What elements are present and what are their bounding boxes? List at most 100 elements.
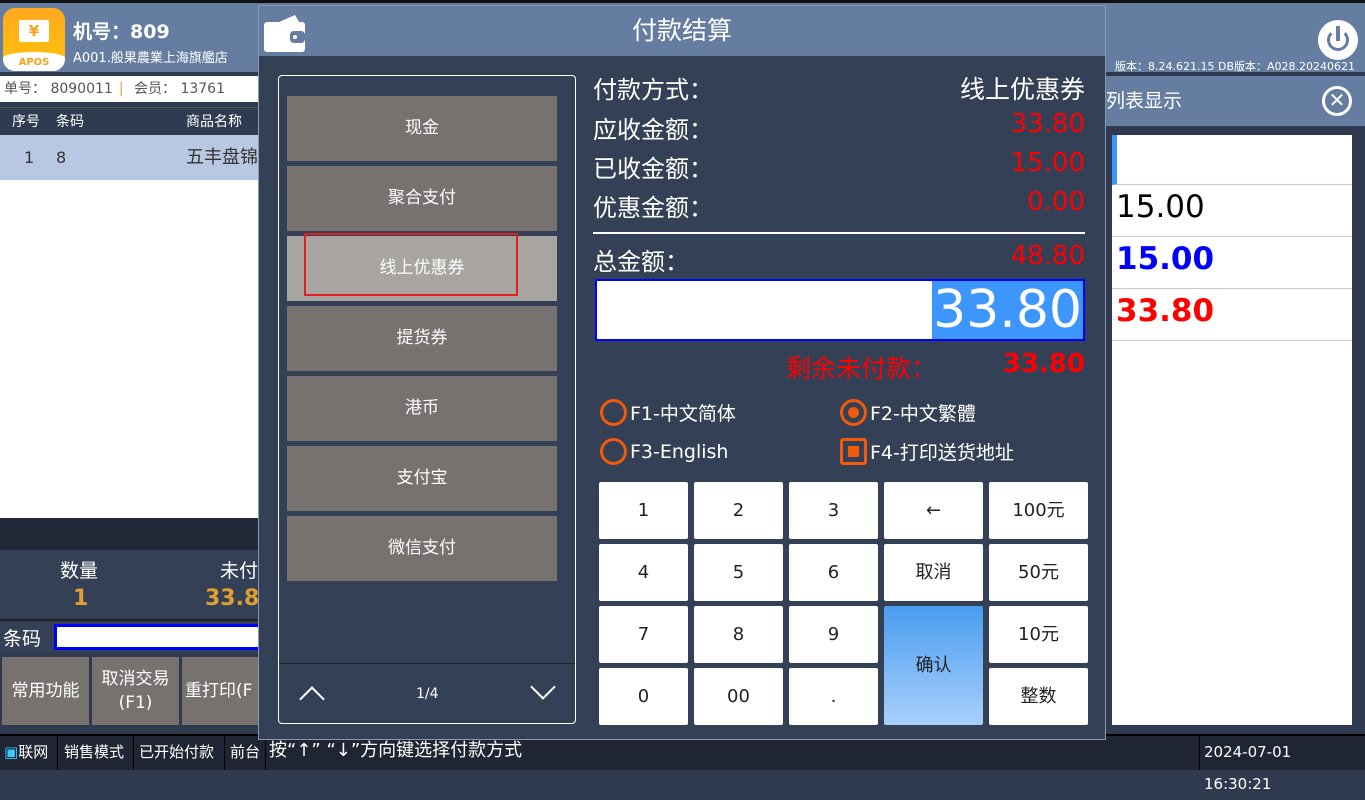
key-8[interactable]: 8 [694,606,783,663]
dialog-title: 付款结算 [259,6,1105,56]
key-00[interactable]: 00 [694,668,783,725]
order-info: 单号： 8090011 | 会员： 13761 [0,76,258,102]
table-body [0,180,258,518]
list-pagination: 1/4 [279,663,575,723]
option-f4-print-address[interactable]: F4-打印送货地址 [840,438,1014,465]
order-number: 8090011 [50,81,113,97]
pay-method-wechat[interactable]: 微信支付 [287,516,557,581]
pay-method-label: 付款方式： [593,76,713,104]
option-f3-english[interactable]: F3-English [600,438,728,465]
key-round[interactable]: 整数 [989,668,1088,725]
radio-checked-icon [840,399,867,426]
member-label: 会员： [133,81,176,97]
pay-method-aggregate[interactable]: 聚合支付 [287,166,557,231]
receivable-label: 应收金额： [593,116,713,144]
key-50[interactable]: 50元 [989,544,1088,601]
amount-input-value: 33.80 [932,280,1083,340]
page-down-icon[interactable] [530,674,556,700]
option-f1-simplified[interactable]: F1-中文简体 [600,399,736,426]
row-barcode: 8 [56,148,67,167]
key-backspace[interactable]: ← [884,482,983,539]
payment-dialog: 付款结算 现金 聚合支付 线上优惠券 提货券 港币 支付宝 微信支付 1/4 按… [258,5,1106,761]
option-label: F4-打印送货地址 [870,442,1014,464]
discount-value: 0.00 [1027,187,1085,217]
pay-method-alipay[interactable]: 支付宝 [287,446,557,511]
unpaid-label: 未付 [220,560,259,582]
version-info: 版本：8.24.621.15 DB版本：A028.20240621 [1115,60,1355,73]
machine-number: 机号：809 [73,21,170,43]
radio-icon [600,399,627,426]
row-name: 五丰盘锦 [186,147,258,168]
store-name: A001.般果農業上海旗艦店 [73,51,228,66]
list-row: 33.80 [1112,290,1352,341]
wallet-icon [264,15,305,52]
pay-method-online-coupon[interactable]: 线上优惠券 [287,233,557,301]
common-functions-button[interactable]: 常用功能 [2,657,89,725]
table-header: 序号 条码 商品名称 [0,107,258,135]
key-3[interactable]: 3 [789,482,878,539]
list-display-table: 15.00 15.00 33.80 [1112,135,1352,725]
key-cancel[interactable]: 取消 [884,544,983,601]
qty-value: 1 [73,586,89,611]
list-row: 15.00 [1112,186,1352,237]
qty-label: 数量 [60,560,99,582]
network-icon: ▣ [4,743,19,761]
option-label: F2-中文繁體 [870,403,976,425]
key-dot[interactable]: . [789,668,878,725]
total-value: 48.80 [1010,241,1085,271]
close-icon[interactable]: ✕ [1322,86,1352,116]
barcode-label: 条码 [3,628,42,650]
reprint-button[interactable]: 重打印(F [182,657,262,725]
col-barcode: 条码 [56,114,84,130]
keyboard-hint: 按“↑” “↓”方向键选择付款方式 [269,740,523,761]
network-label: 联网 [18,743,49,761]
divider [0,518,258,550]
list-display-title: 列表显示 [1106,90,1183,112]
col-seq: 序号 [12,114,40,130]
logo-yen-icon: ¥ [19,20,49,42]
key-9[interactable]: 9 [789,606,878,663]
received-value: 15.00 [1010,148,1085,178]
key-100[interactable]: 100元 [989,482,1088,539]
receivable-value: 33.80 [1010,109,1085,139]
stats-panel: 数量 1 未付 33.8 [0,550,259,618]
barcode-input[interactable] [54,624,264,650]
option-label: F1-中文简体 [630,403,736,425]
pay-method-label: 线上优惠券 [379,258,465,278]
cancel-transaction-button[interactable]: 取消交易 (F1) [92,657,179,725]
pay-method-hkd[interactable]: 港币 [287,376,557,441]
key-4[interactable]: 4 [599,544,688,601]
network-status: ▣联网 [0,736,58,770]
pay-method-cash[interactable]: 现金 [287,96,557,161]
logo-text: APOS [3,52,65,71]
remaining-value: 33.80 [1002,349,1085,379]
key-5[interactable]: 5 [694,544,783,601]
dialog-title-text: 付款结算 [631,16,732,45]
front-status: 前台 [226,736,266,770]
member-number: 13761 [180,81,225,97]
power-icon[interactable] [1318,20,1358,60]
key-2[interactable]: 2 [694,482,783,539]
remaining-label: 剩余未付款： [786,354,937,383]
pay-method-value: 线上优惠券 [959,75,1085,104]
checkbox-checked-icon [840,438,867,465]
key-0[interactable]: 0 [599,668,688,725]
table-row[interactable]: 1 8 五丰盘锦 [0,135,258,180]
datetime: 2024-07-01 16:30:21 [1199,736,1365,793]
divider [593,232,1085,234]
apos-logo: ¥ APOS [3,8,65,71]
key-7[interactable]: 7 [599,606,688,663]
page-indicator: 1/4 [416,686,439,702]
option-f2-traditional[interactable]: F2-中文繁體 [840,399,976,426]
confirm-button[interactable]: 确认 [884,606,983,725]
amount-input[interactable]: 33.80 [595,279,1085,341]
row-seq: 1 [24,148,35,167]
key-10[interactable]: 10元 [989,606,1088,663]
key-1[interactable]: 1 [599,482,688,539]
option-label: F3-English [630,440,729,463]
key-6[interactable]: 6 [789,544,878,601]
received-label: 已收金额： [593,155,713,183]
pay-method-pickup-voucher[interactable]: 提货券 [287,306,557,371]
list-row [1112,135,1352,185]
page-up-icon[interactable] [299,686,325,712]
